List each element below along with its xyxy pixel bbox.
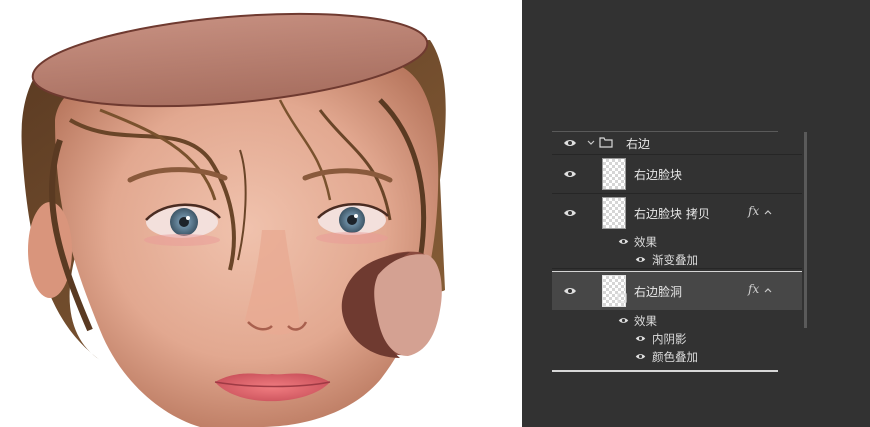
effect-name: 渐变叠加 xyxy=(652,253,698,267)
visibility-eye-icon[interactable] xyxy=(563,209,577,217)
effect-name: 颜色叠加 xyxy=(652,350,698,364)
folder-icon xyxy=(599,137,613,148)
document-canvas[interactable] xyxy=(0,0,522,427)
effect-row[interactable]: 颜色叠加 xyxy=(552,347,802,365)
artwork-illustration xyxy=(21,12,446,427)
layers-panel: 右边 右边脸块 右边脸块 拷贝 fx 效果 渐变叠加 右边脸洞 fx 效果 内阴… xyxy=(522,0,870,427)
fx-icon[interactable]: fx xyxy=(748,282,759,296)
chevron-down-icon[interactable] xyxy=(587,140,595,146)
effects-row[interactable]: 效果 xyxy=(552,311,802,329)
visibility-eye-icon[interactable] xyxy=(635,353,646,360)
visibility-eye-icon[interactable] xyxy=(635,256,646,263)
layer-group-row[interactable]: 右边 xyxy=(552,132,802,155)
layers-list: 右边 右边脸块 右边脸块 拷贝 fx 效果 渐变叠加 右边脸洞 fx 效果 内阴… xyxy=(552,131,807,372)
layer-group-name: 右边 xyxy=(626,137,651,151)
layer-name: 右边脸块 拷贝 xyxy=(634,207,710,221)
visibility-eye-icon[interactable] xyxy=(563,170,577,178)
effects-label: 效果 xyxy=(634,314,657,328)
link-icon xyxy=(617,293,627,303)
layer-row-2[interactable]: 右边脸块 拷贝 fx xyxy=(552,193,802,232)
scrollbar[interactable] xyxy=(804,132,807,328)
layer-name: 右边脸块 xyxy=(634,168,683,182)
effect-row[interactable]: 渐变叠加 xyxy=(552,250,802,269)
chevron-up-icon[interactable] xyxy=(764,287,772,293)
visibility-eye-icon[interactable] xyxy=(618,317,629,324)
effect-row[interactable]: 内阴影 xyxy=(552,329,802,347)
visibility-eye-icon[interactable] xyxy=(563,139,577,147)
visibility-eye-icon[interactable] xyxy=(635,335,646,342)
effects-row[interactable]: 效果 xyxy=(552,232,802,250)
layer-row-3-selected[interactable]: 右边脸洞 fx xyxy=(552,271,802,310)
chevron-up-icon[interactable] xyxy=(764,209,772,215)
visibility-eye-icon[interactable] xyxy=(563,287,577,295)
fx-icon[interactable]: fx xyxy=(748,204,759,218)
layer-row-1[interactable]: 右边脸块 xyxy=(552,154,802,194)
effects-label: 效果 xyxy=(634,235,657,249)
visibility-eye-icon[interactable] xyxy=(618,238,629,245)
layer-name: 右边脸洞 xyxy=(634,285,683,299)
layer-thumbnail xyxy=(602,158,626,190)
effect-name: 内阴影 xyxy=(652,332,687,346)
layer-thumbnail xyxy=(602,197,626,229)
